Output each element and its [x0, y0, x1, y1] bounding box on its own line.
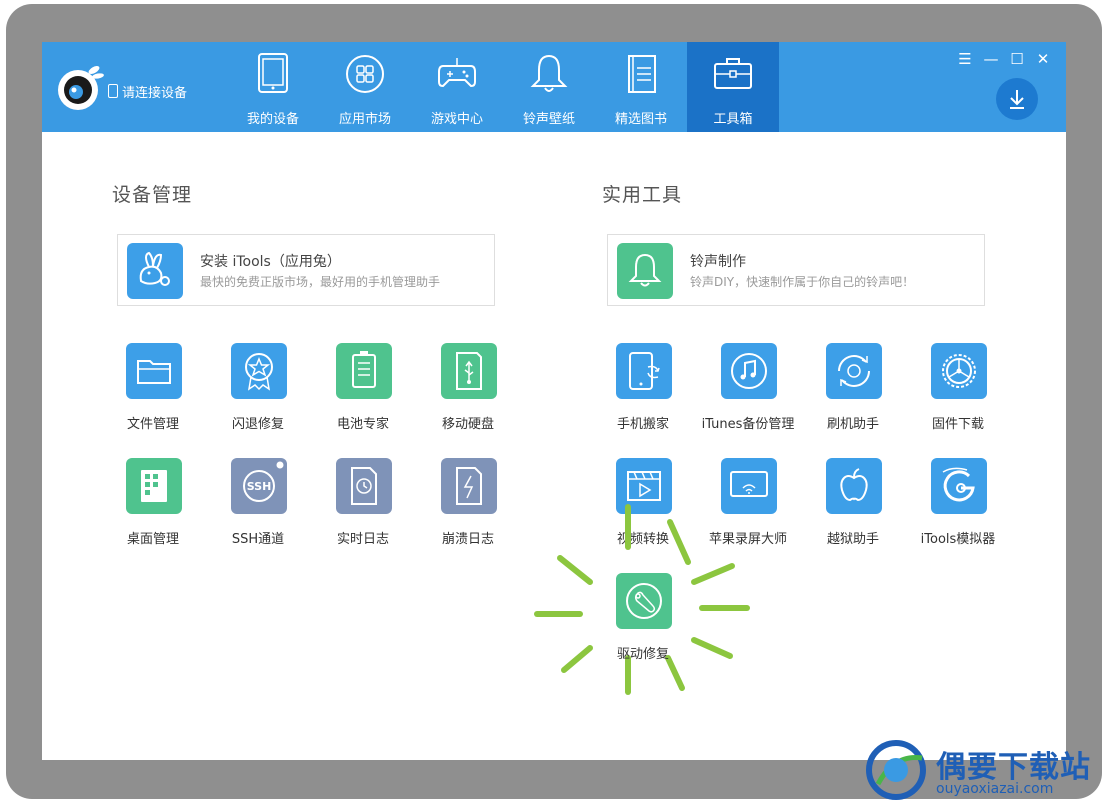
tool-driver-repair[interactable]: 驱动修复	[588, 573, 698, 673]
highlight-rays	[534, 504, 750, 695]
watermark-url: ouyaoxiazai.com	[936, 781, 1054, 797]
itools-window: 请连接设备 我的设备 应用市场 游戏中心 铃声壁纸 精选图书 工具箱 ☰ — ☐…	[42, 42, 1066, 760]
tool-label: 驱动修复	[616, 647, 669, 662]
wrench-icon	[616, 573, 672, 629]
watermark-title: 偶要下载站	[936, 750, 1091, 785]
